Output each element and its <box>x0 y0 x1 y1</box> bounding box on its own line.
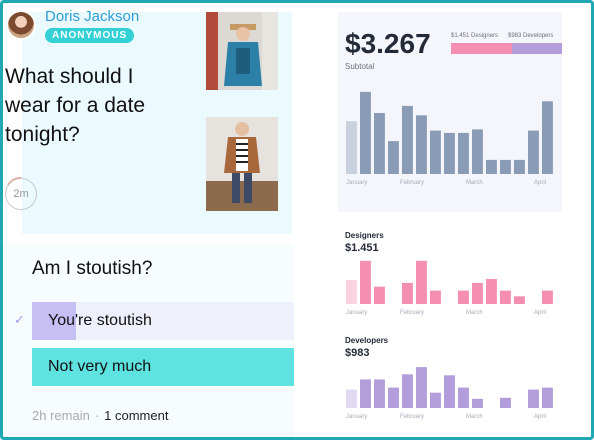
bar-designers-6[interactable] <box>430 290 441 304</box>
bar-developers-1[interactable] <box>360 379 371 408</box>
bar-developers-14[interactable] <box>542 387 553 408</box>
bar-developers-7[interactable] <box>444 375 455 408</box>
bar-subtotal-12[interactable] <box>514 159 525 174</box>
bar-subtotal-13[interactable] <box>528 130 539 174</box>
bar-designers-5[interactable] <box>416 260 427 304</box>
bar-developers-0[interactable] <box>346 389 357 408</box>
subtotal-label: Subtotal <box>345 62 375 71</box>
bar-subtotal-2[interactable] <box>374 113 385 174</box>
x-tick-label: February <box>400 180 424 186</box>
poll-option-2[interactable]: Not very much <box>32 348 294 386</box>
bar-subtotal-14[interactable] <box>542 101 553 174</box>
comments-link[interactable]: 1 comment <box>104 408 168 423</box>
designers-value: $1.451 <box>345 242 379 254</box>
bar-subtotal-8[interactable] <box>458 132 469 174</box>
poll-meta: 2h remain · 1 comment <box>32 408 168 423</box>
outfit-photo-1[interactable] <box>206 12 278 90</box>
bar-designers-4[interactable] <box>402 282 413 304</box>
bar-developers-6[interactable] <box>430 392 441 408</box>
x-tick-label: January <box>346 310 367 316</box>
bar-designers-10[interactable] <box>486 279 497 304</box>
poll-question: Am I stoutish? <box>32 258 153 279</box>
bar-subtotal-9[interactable] <box>472 129 483 174</box>
bar-developers-2[interactable] <box>374 379 385 408</box>
bar-designers-0[interactable] <box>346 280 357 304</box>
bar-subtotal-4[interactable] <box>402 105 413 174</box>
time-remaining: 2h remain <box>32 408 90 423</box>
bar-designers-2[interactable] <box>374 286 385 304</box>
question-text: What should I wear for a date tonight? <box>5 65 146 146</box>
x-tick-label: April <box>534 180 546 186</box>
bar-designers-1[interactable] <box>360 260 371 304</box>
checkmark-icon: ✓ <box>14 312 25 327</box>
poll-option-1-label[interactable]: You're stoutish <box>32 302 294 340</box>
developers-title: Developers <box>345 336 389 345</box>
anonymous-badge: ANONYMOUS <box>45 28 135 43</box>
author-name[interactable]: Doris Jackson <box>45 8 139 25</box>
bar-designers-8[interactable] <box>458 290 469 304</box>
x-tick-label: April <box>534 310 546 316</box>
developers-value: $983 <box>345 347 370 359</box>
designers-bar-chart: January February March April <box>346 260 553 316</box>
bar-developers-9[interactable] <box>472 398 483 408</box>
bar-subtotal-7[interactable] <box>444 132 455 174</box>
legend-developers-bar <box>512 43 562 54</box>
bar-subtotal-10[interactable] <box>486 159 497 174</box>
designers-title: Designers <box>345 231 384 240</box>
bar-designers-12[interactable] <box>514 296 525 304</box>
legend-designers-label: $1.451 Designers <box>451 33 499 39</box>
x-tick-label: February <box>400 310 424 316</box>
bar-subtotal-11[interactable] <box>500 159 511 174</box>
bar-subtotal-0[interactable] <box>346 121 357 174</box>
author-avatar[interactable] <box>6 10 36 40</box>
outfit-photo-2[interactable] <box>206 117 278 211</box>
legend-developers-label: $983 Developers <box>508 33 554 39</box>
x-tick-label: March <box>466 310 483 316</box>
bar-developers-13[interactable] <box>528 389 539 408</box>
bar-designers-14[interactable] <box>542 290 553 304</box>
bar-developers-11[interactable] <box>500 397 511 408</box>
x-tick-label: March <box>466 180 483 186</box>
bar-subtotal-5[interactable] <box>416 115 427 174</box>
bar-designers-9[interactable] <box>472 282 483 304</box>
bar-subtotal-3[interactable] <box>388 141 399 174</box>
legend-designers-bar <box>451 43 512 54</box>
developers-bar-chart: January February March April <box>346 367 553 420</box>
subtotal-bar-chart: January February March April <box>346 91 553 186</box>
bar-developers-8[interactable] <box>458 387 469 408</box>
bar-developers-4[interactable] <box>402 374 413 408</box>
bar-subtotal-1[interactable] <box>360 91 371 174</box>
time-elapsed: 2m <box>5 178 37 210</box>
x-tick-label: January <box>346 414 367 420</box>
x-tick-label: January <box>346 180 367 186</box>
bar-developers-5[interactable] <box>416 367 427 408</box>
meta-separator: · <box>94 408 100 423</box>
x-tick-label: April <box>534 414 546 420</box>
x-tick-label: March <box>466 414 483 420</box>
x-tick-label: February <box>400 414 424 420</box>
bar-designers-11[interactable] <box>500 290 511 304</box>
subtotal-value: $3.267 <box>345 28 431 59</box>
bar-developers-3[interactable] <box>388 387 399 408</box>
bar-subtotal-6[interactable] <box>430 130 441 174</box>
